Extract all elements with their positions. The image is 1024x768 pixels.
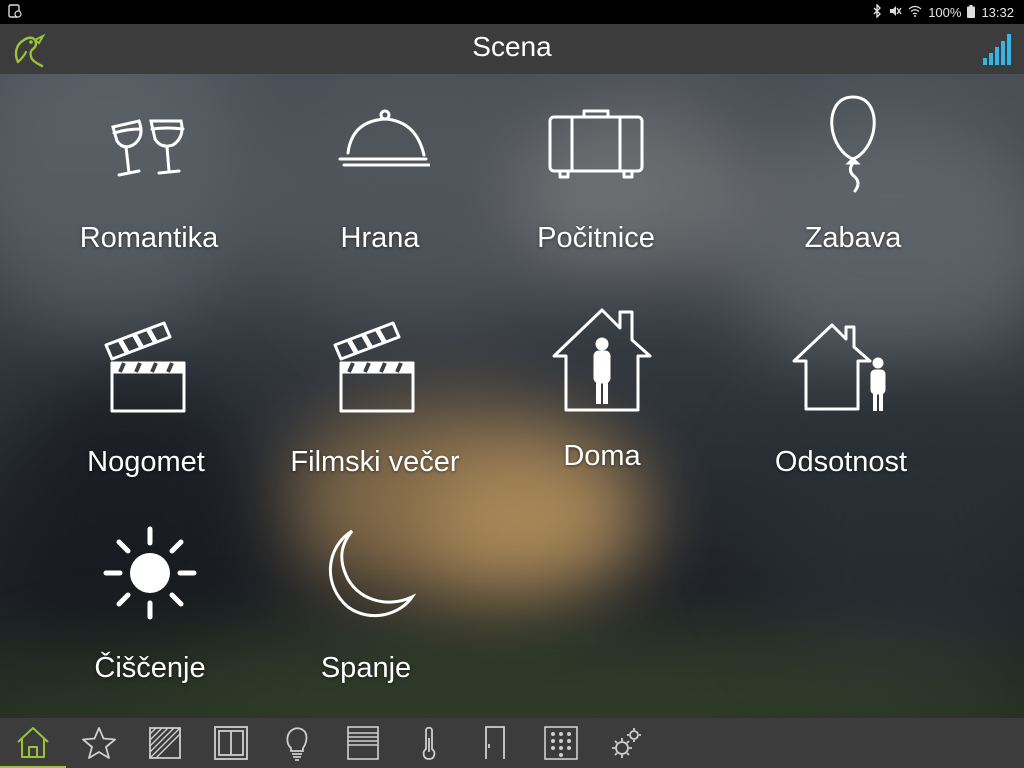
scene-label: Zabava — [804, 222, 902, 254]
thermometer-icon — [422, 726, 436, 760]
nav-blinds[interactable] — [132, 718, 198, 768]
clock: 13:32 — [981, 5, 1014, 20]
scene-doma[interactable]: Doma — [492, 306, 712, 506]
nav-temperature[interactable] — [396, 718, 462, 768]
food-cloche-icon — [325, 88, 435, 198]
signal-strength-icon[interactable] — [982, 32, 1014, 66]
scene-label: Doma — [563, 440, 641, 472]
nav-shutters[interactable] — [330, 718, 396, 768]
keypad-icon — [544, 726, 578, 760]
scene-label: Nogomet — [87, 446, 205, 478]
nav-settings[interactable] — [594, 718, 660, 768]
gears-icon — [612, 728, 641, 758]
nav-lights[interactable] — [264, 718, 330, 768]
mute-icon — [888, 4, 902, 22]
wine-glasses-icon — [94, 88, 204, 198]
notification-icon — [8, 4, 22, 21]
status-bar: 100% 13:32 — [0, 0, 1024, 24]
away-house-icon — [786, 312, 896, 422]
scene-spanje[interactable]: Spanje — [256, 518, 476, 718]
home-icon — [17, 727, 49, 758]
scene-label: Hrana — [340, 222, 420, 254]
star-icon — [82, 727, 116, 759]
window-icon — [214, 726, 248, 760]
suitcase-icon — [541, 88, 651, 198]
nav-keypad[interactable] — [528, 718, 594, 768]
scene-odsotnost[interactable]: Odsotnost — [731, 312, 951, 512]
nav-windows[interactable] — [198, 718, 264, 768]
app-header: Scena — [0, 24, 1024, 74]
sun-icon — [95, 518, 205, 628]
battery-icon — [967, 4, 976, 22]
wifi-icon — [908, 5, 922, 21]
scene-label: Počitnice — [537, 222, 655, 254]
shutter-icon — [347, 726, 379, 760]
scene-hrana[interactable]: Hrana — [270, 88, 490, 288]
balloon-icon — [798, 88, 908, 198]
page-title: Scena — [472, 31, 552, 62]
nav-favorites[interactable] — [66, 718, 132, 768]
battery-percent: 100% — [928, 5, 962, 20]
scene-pocitnice[interactable]: Počitnice — [486, 88, 706, 288]
scene-romantika[interactable]: Romantika — [39, 88, 259, 288]
scene-label: Romantika — [79, 222, 219, 254]
scene-filmski-vecer[interactable]: Filmski večer — [265, 312, 485, 512]
scene-ciscenje[interactable]: Čiščenje — [40, 518, 260, 718]
scene-zabava[interactable]: Zabava — [743, 88, 963, 288]
clapperboard-icon — [320, 312, 430, 422]
nav-doors[interactable] — [462, 718, 528, 768]
blinds-icon — [149, 727, 181, 759]
home-person-icon — [547, 306, 657, 416]
moon-icon — [311, 518, 421, 628]
bulb-icon — [286, 727, 308, 761]
bottom-navigation — [0, 718, 1024, 768]
door-icon — [485, 726, 505, 759]
scene-label: Filmski večer — [290, 446, 460, 478]
nav-home[interactable] — [0, 718, 66, 768]
clapperboard-icon — [91, 312, 201, 422]
scene-label: Čiščenje — [94, 652, 206, 684]
scene-label: Spanje — [320, 652, 412, 684]
scene-nogomet[interactable]: Nogomet — [36, 312, 256, 512]
bluetooth-icon — [872, 3, 882, 22]
scene-label: Odsotnost — [774, 446, 908, 478]
